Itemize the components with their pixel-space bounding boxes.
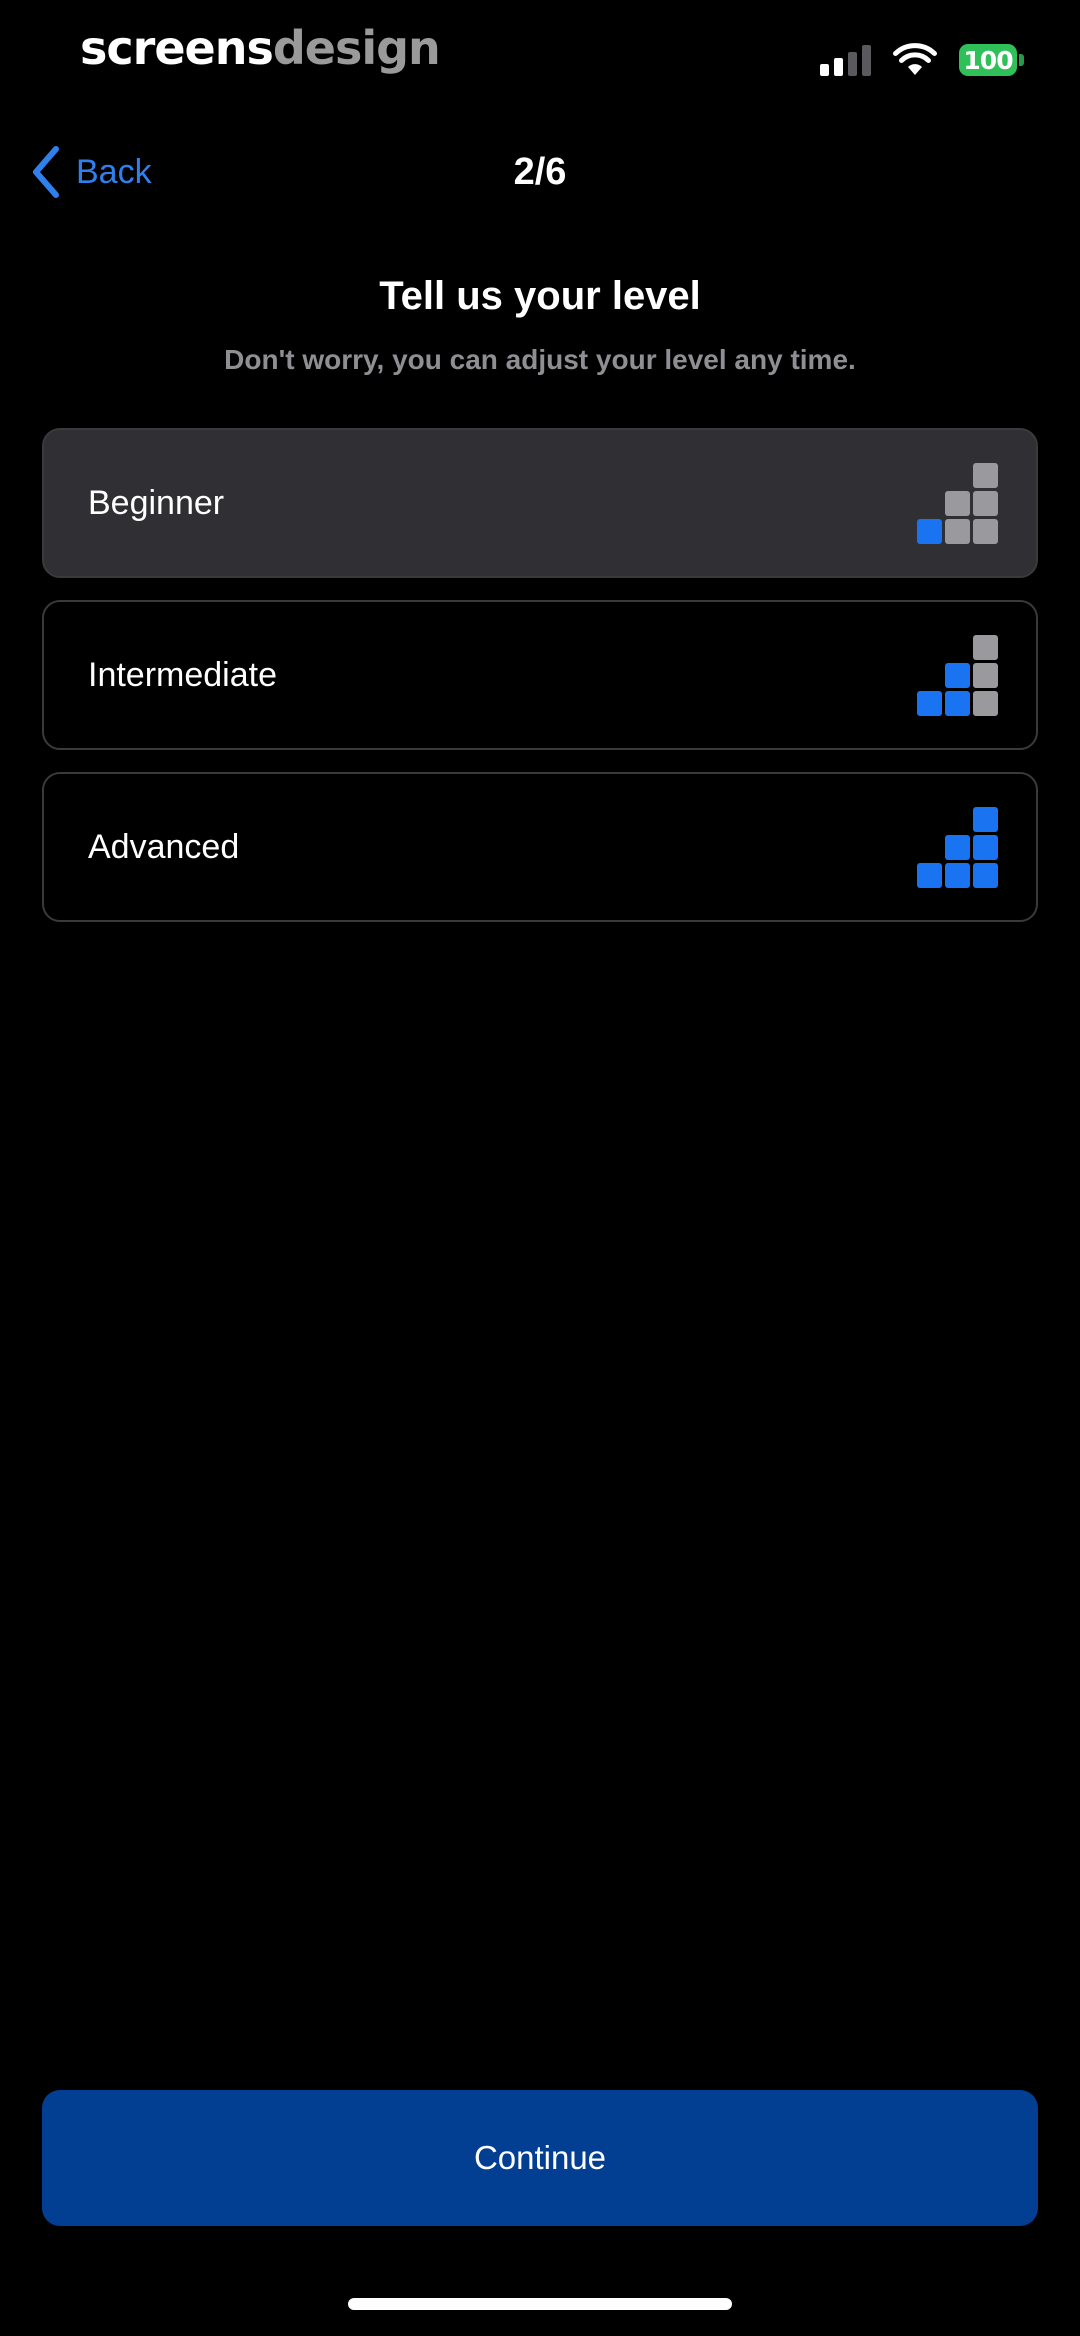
- level-cell: [945, 662, 970, 688]
- level-cell: [917, 518, 942, 544]
- level-cell: [945, 518, 970, 544]
- level-cell: [945, 690, 970, 716]
- level-cell: [917, 690, 942, 716]
- continue-button[interactable]: Continue: [42, 2090, 1038, 2226]
- level-cell: [973, 690, 998, 716]
- watermark-logo: screensdesign: [80, 18, 441, 78]
- option-beginner[interactable]: Beginner: [42, 428, 1038, 578]
- level-cell: [917, 491, 942, 516]
- level-cell: [945, 807, 970, 832]
- cellular-signal-icon: [820, 44, 871, 76]
- level-cell: [945, 834, 970, 860]
- level-cell: [973, 862, 998, 888]
- battery-tip: [1019, 54, 1024, 66]
- battery-level: 100: [959, 44, 1017, 76]
- battery-icon: 100: [959, 44, 1024, 76]
- level-options-list: Beginner Intermediate Advanced: [42, 428, 1038, 944]
- option-intermediate[interactable]: Intermediate: [42, 600, 1038, 750]
- level-cell: [917, 663, 942, 688]
- level-cell: [973, 634, 998, 660]
- option-advanced[interactable]: Advanced: [42, 772, 1038, 922]
- level-cell: [917, 635, 942, 660]
- level-cell: [973, 462, 998, 488]
- status-bar-right: 100: [820, 38, 1024, 82]
- level-cell: [917, 835, 942, 860]
- watermark-part-design: design: [272, 21, 441, 75]
- level-cell: [945, 463, 970, 488]
- option-label: Beginner: [88, 483, 225, 522]
- level-cell: [917, 463, 942, 488]
- page-title: Tell us your level: [379, 274, 701, 318]
- page-subtitle: Don't worry, you can adjust your level a…: [224, 344, 856, 375]
- level-cell: [945, 862, 970, 888]
- step-indicator: 2/6: [513, 151, 567, 193]
- level-bars-icon: [917, 462, 998, 544]
- level-bars-icon: [917, 634, 998, 716]
- level-bars-icon: [917, 806, 998, 888]
- level-cell: [973, 518, 998, 544]
- continue-label: Continue: [473, 2139, 607, 2176]
- level-cell: [917, 807, 942, 832]
- level-cell: [973, 490, 998, 516]
- level-cell: [917, 862, 942, 888]
- level-cell: [973, 806, 998, 832]
- option-label: Advanced: [88, 827, 240, 866]
- option-label: Intermediate: [88, 655, 277, 694]
- level-cell: [973, 834, 998, 860]
- level-cell: [973, 662, 998, 688]
- level-cell: [945, 490, 970, 516]
- home-indicator[interactable]: [348, 2298, 732, 2310]
- level-cell: [945, 635, 970, 660]
- wifi-icon: [893, 43, 937, 75]
- watermark-part-screens: screens: [80, 21, 274, 75]
